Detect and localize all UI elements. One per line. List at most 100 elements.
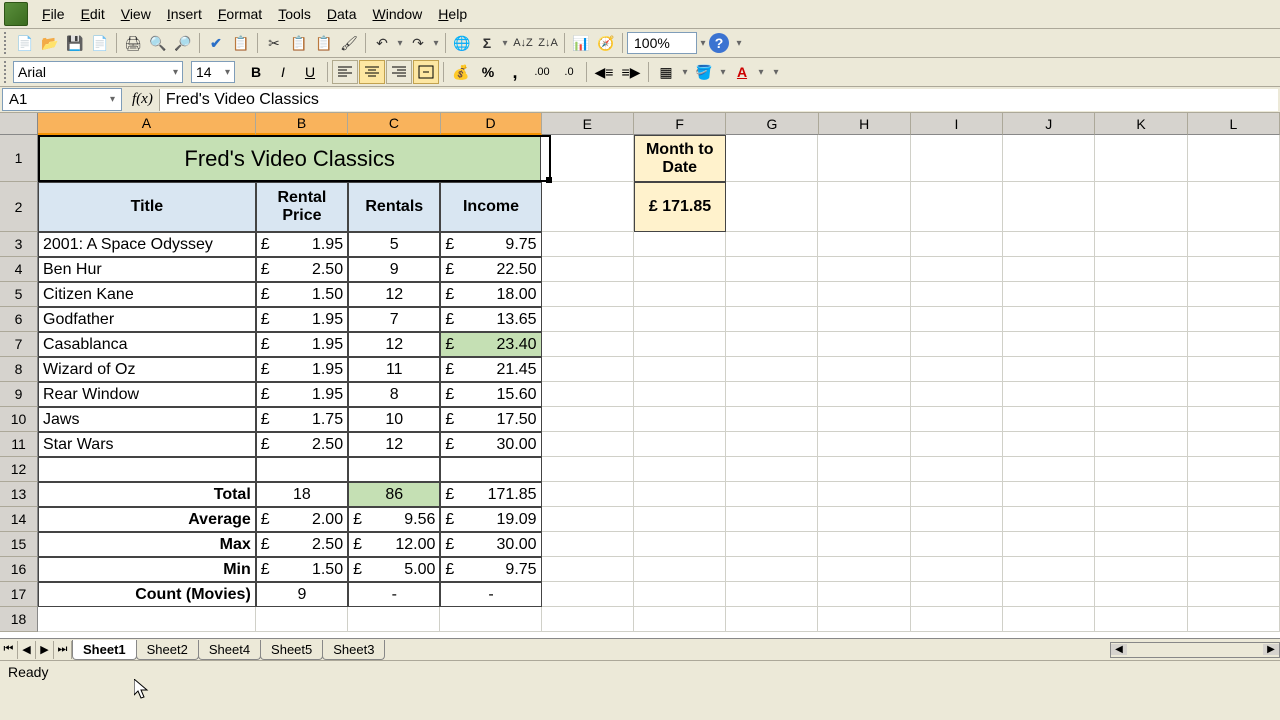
cell[interactable] <box>818 182 910 232</box>
increase-decimal-button[interactable]: .00 <box>529 60 555 84</box>
cell[interactable] <box>818 607 910 632</box>
sheet-tab-sheet4[interactable]: Sheet4 <box>198 640 261 660</box>
cell[interactable] <box>1095 607 1187 632</box>
column-header-L[interactable]: L <box>1188 113 1280 135</box>
cell[interactable] <box>818 332 910 357</box>
cell[interactable] <box>1003 382 1095 407</box>
name-box[interactable]: A1▾ <box>2 88 122 111</box>
cell[interactable] <box>1188 607 1280 632</box>
cell[interactable] <box>911 182 1003 232</box>
align-left-button[interactable] <box>332 60 358 84</box>
cell[interactable] <box>911 135 1003 182</box>
summary-label-17[interactable]: Count (Movies) <box>38 582 256 607</box>
cell[interactable] <box>1188 557 1280 582</box>
cell[interactable] <box>1095 382 1187 407</box>
sum-dropdown[interactable]: ▾ <box>500 38 510 49</box>
movie-income-11[interactable]: £30.00 <box>440 432 541 457</box>
sheet-tab-sheet2[interactable]: Sheet2 <box>136 640 199 660</box>
cell[interactable] <box>1095 232 1187 257</box>
movie-income-6[interactable]: £13.65 <box>440 307 541 332</box>
decrease-indent-button[interactable]: ◀≡ <box>591 60 617 84</box>
summary-d-13[interactable]: £171.85 <box>440 482 541 507</box>
cell[interactable] <box>1003 357 1095 382</box>
cell[interactable] <box>911 357 1003 382</box>
summary-b-13[interactable]: 18 <box>256 482 348 507</box>
movie-rentals-11[interactable]: 12 <box>348 432 440 457</box>
movie-title-5[interactable]: Citizen Kane <box>38 282 256 307</box>
italic-button[interactable]: I <box>270 60 296 84</box>
cell[interactable] <box>911 607 1003 632</box>
paste-button[interactable]: 📋 <box>312 31 336 55</box>
mtd-label-cell[interactable]: Month toDate <box>634 135 726 182</box>
spreadsheet-grid[interactable]: 123456789101112131415161718 ABCDEFGHIJKL… <box>0 113 1280 638</box>
movie-rentals-6[interactable]: 7 <box>348 307 440 332</box>
menu-window[interactable]: Window <box>364 4 430 24</box>
cell[interactable] <box>634 607 726 632</box>
row-header-1[interactable]: 1 <box>0 135 38 182</box>
movie-price-3[interactable]: £1.95 <box>256 232 348 257</box>
cell[interactable] <box>726 282 818 307</box>
redo-dropdown[interactable]: ▾ <box>431 38 441 49</box>
cell-b12[interactable] <box>256 457 348 482</box>
cell[interactable] <box>542 582 634 607</box>
cell[interactable] <box>1003 332 1095 357</box>
cell[interactable] <box>818 232 910 257</box>
cell[interactable] <box>818 557 910 582</box>
cell[interactable] <box>911 432 1003 457</box>
cell[interactable] <box>726 607 818 632</box>
borders-dropdown[interactable]: ▾ <box>680 67 690 78</box>
redo-button[interactable]: ↷ <box>406 31 430 55</box>
summary-d-14[interactable]: £19.09 <box>440 507 541 532</box>
cell[interactable] <box>818 432 910 457</box>
cell[interactable] <box>1095 557 1187 582</box>
hyperlink-button[interactable]: 🌐 <box>450 31 474 55</box>
menu-data[interactable]: Data <box>319 4 365 24</box>
movie-price-6[interactable]: £1.95 <box>256 307 348 332</box>
merge-cells-button[interactable] <box>413 60 439 84</box>
row-header-2[interactable]: 2 <box>0 182 38 232</box>
cell[interactable] <box>726 182 818 232</box>
movie-rentals-10[interactable]: 10 <box>348 407 440 432</box>
cell[interactable] <box>542 307 634 332</box>
cell[interactable] <box>1095 332 1187 357</box>
underline-button[interactable]: U <box>297 60 323 84</box>
cell[interactable] <box>726 135 818 182</box>
cell[interactable] <box>726 432 818 457</box>
borders-button[interactable]: ▦ <box>653 60 679 84</box>
row-header-7[interactable]: 7 <box>0 332 38 357</box>
summary-d-17[interactable]: - <box>440 582 541 607</box>
cell[interactable] <box>634 582 726 607</box>
menu-format[interactable]: Format <box>210 4 270 24</box>
row-header-10[interactable]: 10 <box>0 407 38 432</box>
cell[interactable] <box>818 532 910 557</box>
column-header-C[interactable]: C <box>348 113 440 135</box>
cell[interactable] <box>911 532 1003 557</box>
cell[interactable] <box>726 382 818 407</box>
summary-b-15[interactable]: £2.50 <box>256 532 348 557</box>
cell[interactable] <box>911 282 1003 307</box>
font-color-button[interactable]: A <box>729 60 755 84</box>
movie-rentals-7[interactable]: 12 <box>348 332 440 357</box>
cell[interactable] <box>911 507 1003 532</box>
save-button[interactable]: 💾 <box>63 31 87 55</box>
cell[interactable] <box>634 257 726 282</box>
movie-title-9[interactable]: Rear Window <box>38 382 256 407</box>
cell[interactable] <box>818 135 910 182</box>
cell[interactable] <box>1003 582 1095 607</box>
movie-rentals-4[interactable]: 9 <box>348 257 440 282</box>
cell[interactable] <box>726 582 818 607</box>
cell[interactable] <box>911 582 1003 607</box>
cell-d12[interactable] <box>440 457 541 482</box>
cell[interactable] <box>1003 182 1095 232</box>
cell[interactable] <box>911 382 1003 407</box>
header-price[interactable]: RentalPrice <box>256 182 348 232</box>
row-header-14[interactable]: 14 <box>0 507 38 532</box>
cell[interactable] <box>1003 232 1095 257</box>
cut-button[interactable]: ✂ <box>262 31 286 55</box>
cell[interactable] <box>1188 457 1280 482</box>
cell[interactable] <box>818 357 910 382</box>
export-pdf-button[interactable]: 📄 <box>88 31 112 55</box>
movie-income-9[interactable]: £15.60 <box>440 382 541 407</box>
cell[interactable] <box>542 607 634 632</box>
movie-income-7[interactable]: £23.40 <box>440 332 541 357</box>
